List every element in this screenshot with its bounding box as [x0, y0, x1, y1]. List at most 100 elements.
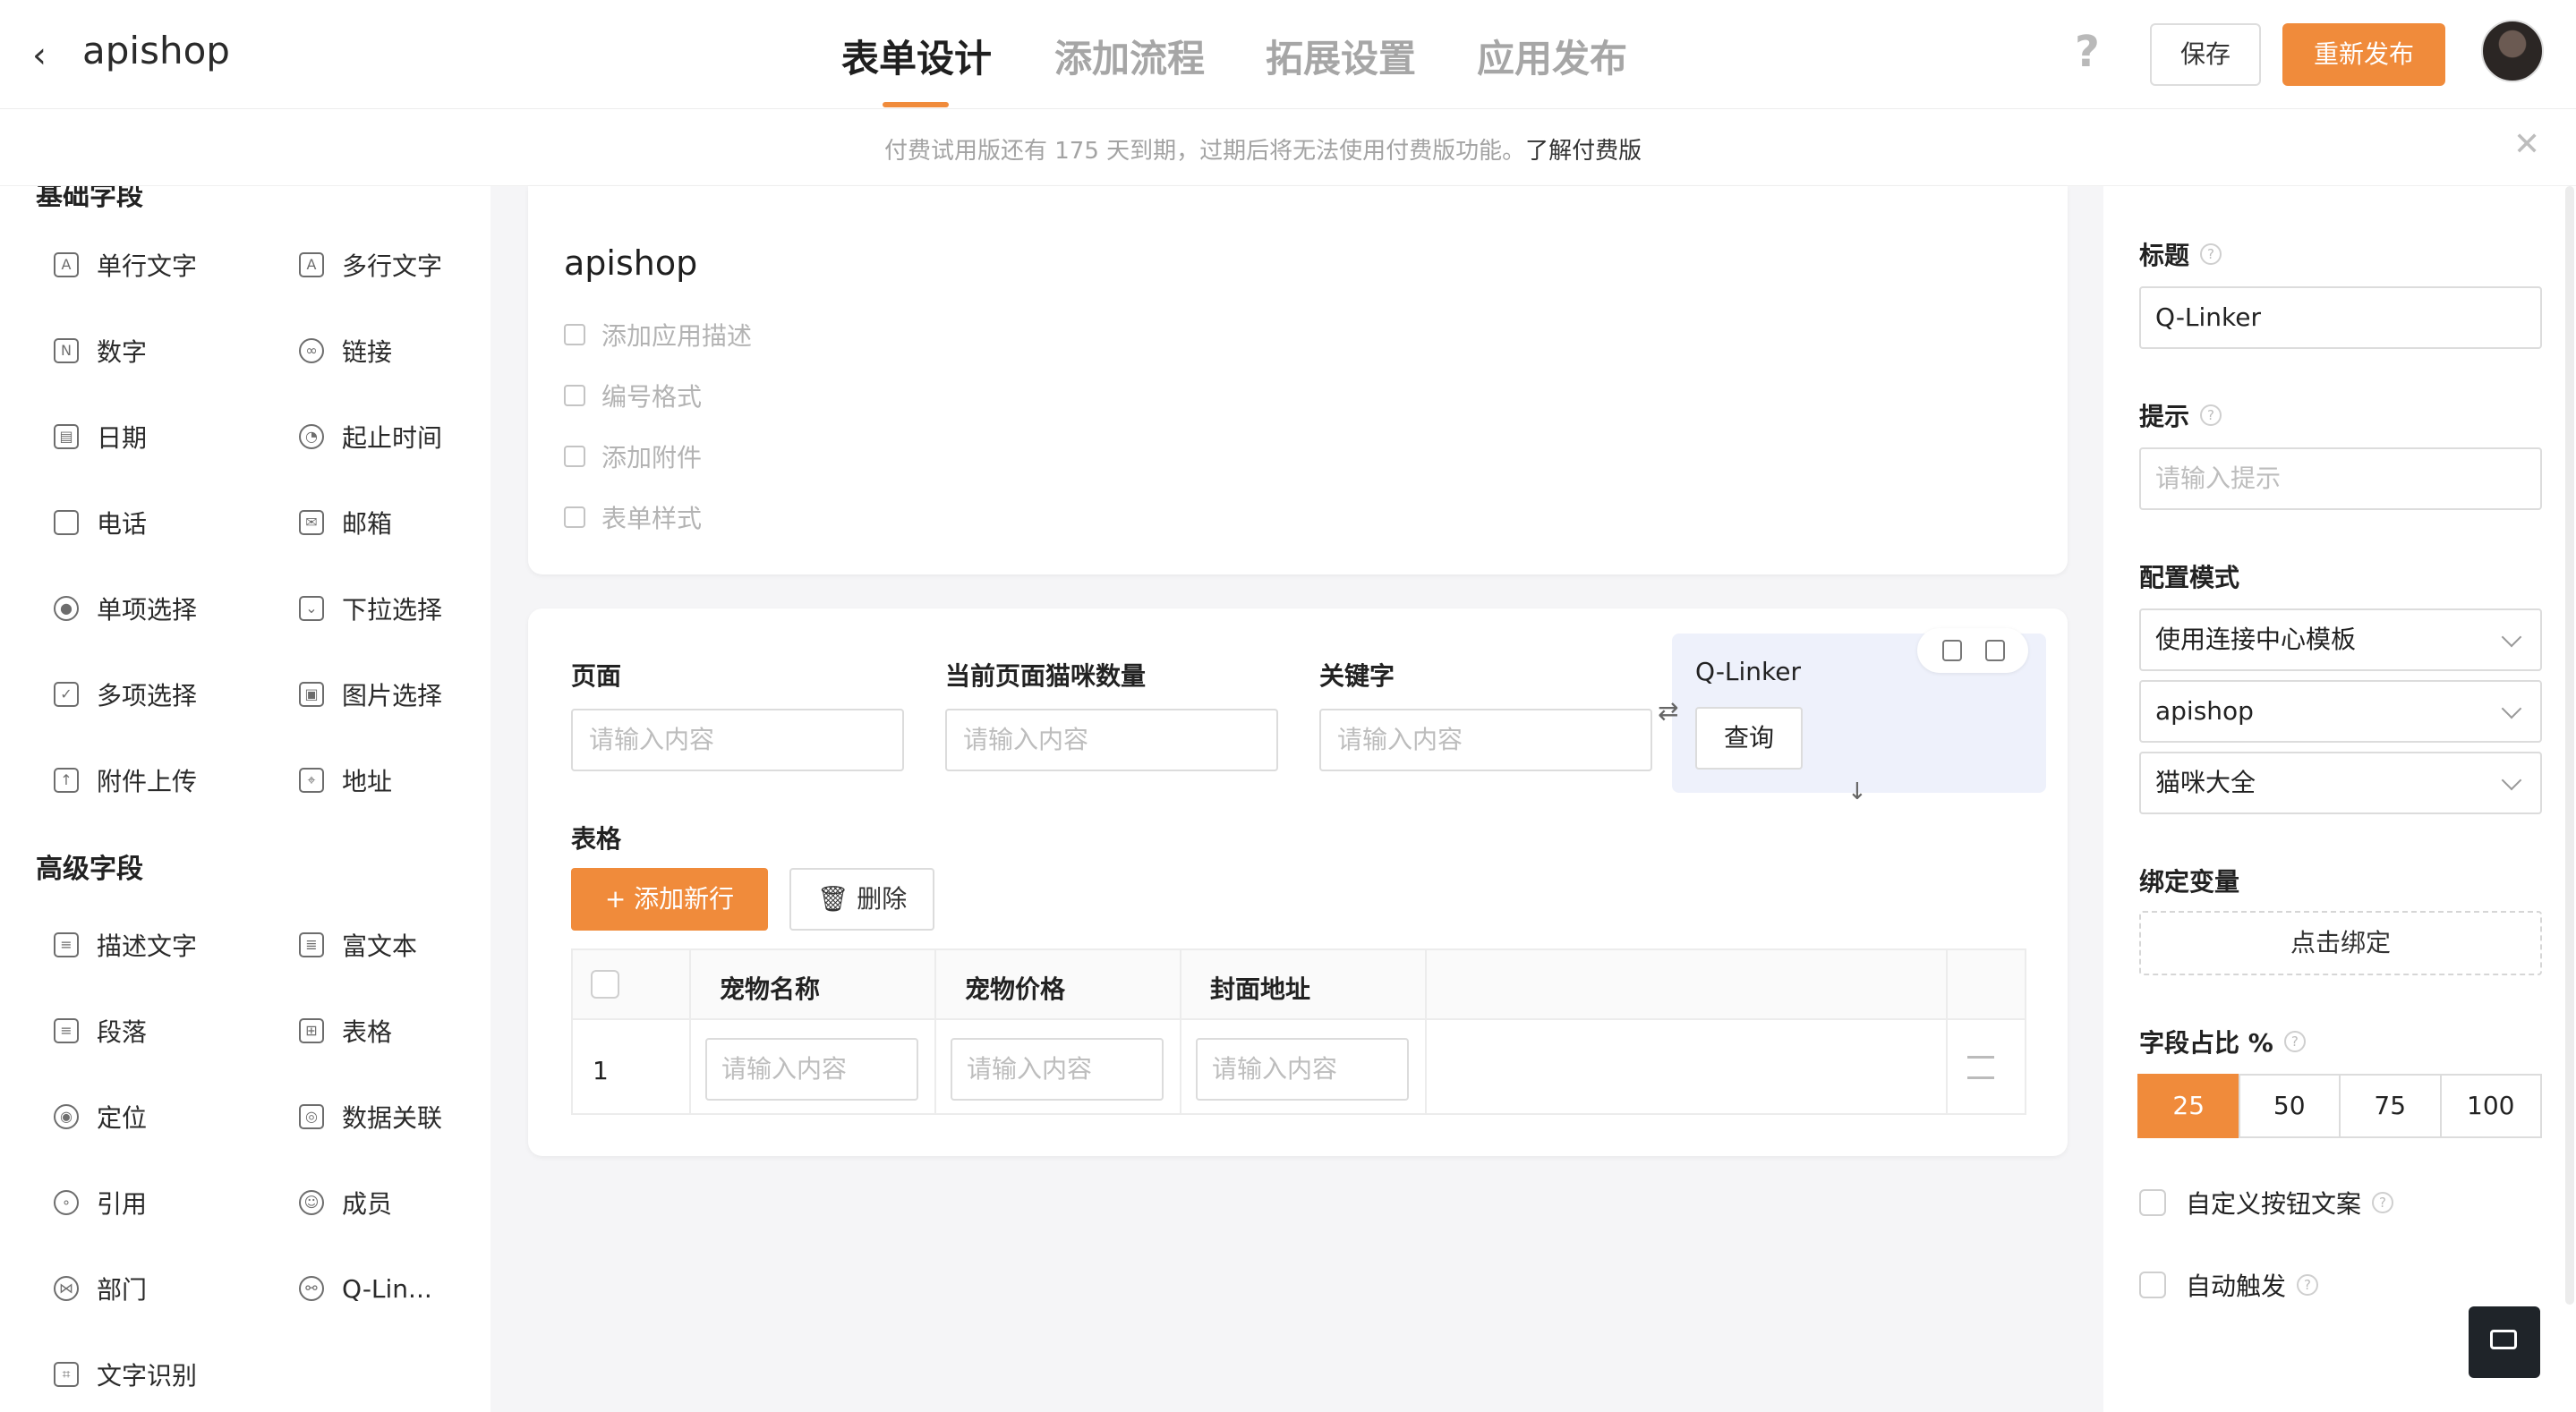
field-data-link[interactable]: ◎ 数据关联 — [299, 1099, 442, 1135]
help-icon[interactable]: ? — [2075, 30, 2105, 73]
tab-add-flow[interactable]: 添加流程 — [1054, 29, 1205, 83]
keyword-input[interactable]: 请输入内容 — [1319, 709, 1652, 771]
field-multi-text[interactable]: A 多行文字 — [299, 247, 442, 283]
number-format-option[interactable]: 编号格式 — [564, 378, 702, 413]
upload-icon: ↑ — [54, 768, 79, 793]
close-icon[interactable]: ✕ — [2513, 129, 2540, 161]
pet-price-input[interactable]: 请输入内容 — [951, 1038, 1164, 1101]
trial-message: 付费试用版还有 175 天到期，过期后将无法使用付费版功能。 — [884, 138, 1526, 165]
phone-icon — [54, 510, 79, 535]
scrollbar[interactable] — [2565, 186, 2574, 1305]
column-divider — [689, 950, 691, 1113]
trash-icon[interactable] — [1985, 640, 2005, 661]
field-number[interactable]: N 数字 — [54, 333, 147, 369]
field-ocr[interactable]: ⌗ 文字识别 — [54, 1357, 197, 1392]
form-style-option[interactable]: 表单样式 — [564, 499, 702, 535]
config-api-select[interactable]: 猫咪大全 — [2139, 752, 2542, 814]
add-row-button[interactable]: + 添加新行 — [571, 868, 768, 931]
bind-variable-button[interactable]: 点击绑定 — [2139, 911, 2542, 975]
description-icon: ≡ — [54, 932, 79, 957]
avatar[interactable] — [2481, 20, 2544, 82]
dropdown-icon: ⌄ — [299, 596, 324, 621]
field-address[interactable]: ⌖ 地址 — [299, 762, 392, 798]
custom-button-checkbox[interactable] — [2139, 1189, 2166, 1216]
app-name: apishop — [82, 29, 230, 72]
config-template-select[interactable]: 使用连接中心模板 — [2139, 608, 2542, 671]
hint-input[interactable]: 请输入提示 — [2139, 447, 2542, 510]
tab-extension-settings[interactable]: 拓展设置 — [1266, 29, 1416, 83]
form-body-card: 页面 请输入内容 当前页面猫咪数量 请输入内容 关键字 请输入内容 Q-Link… — [528, 608, 2068, 1156]
cat-count-input[interactable]: 请输入内容 — [945, 709, 1278, 771]
field-dropdown[interactable]: ⌄ 下拉选择 — [299, 591, 442, 626]
learn-paid-link[interactable]: 了解付费版 — [1525, 138, 1642, 165]
config-app-select[interactable]: apishop — [2139, 680, 2542, 743]
hint-setting-label: 提示? — [2139, 397, 2222, 433]
tab-app-publish[interactable]: 应用发布 — [1477, 29, 1627, 83]
field-paragraph[interactable]: ≡ 段落 — [54, 1013, 147, 1049]
field-reference[interactable]: ∘ 引用 — [54, 1185, 147, 1221]
query-button[interactable]: 查询 — [1695, 707, 1803, 770]
field-image-select[interactable]: ▣ 图片选择 — [299, 676, 442, 712]
form-title[interactable]: apishop — [564, 243, 697, 283]
field-time-range[interactable]: ◔ 起止时间 — [299, 419, 442, 455]
ratio-option-25[interactable]: 25 — [2137, 1074, 2240, 1138]
field-link[interactable]: ∞ 链接 — [299, 333, 392, 369]
field-member[interactable]: ☺ 成员 — [299, 1185, 392, 1221]
help-circle-icon[interactable]: ? — [2200, 243, 2222, 265]
field-description[interactable]: ≡ 描述文字 — [54, 927, 197, 963]
ratio-option-100[interactable]: 100 — [2439, 1074, 2542, 1138]
help-circle-icon[interactable]: ? — [2200, 404, 2222, 426]
delete-button[interactable]: 🗑 删除 — [789, 868, 934, 931]
copy-icon[interactable] — [1942, 640, 1962, 661]
page-input[interactable]: 请输入内容 — [571, 709, 904, 771]
column-header: 宠物价格 — [965, 974, 1066, 1004]
arrow-down-icon[interactable]: ↓ — [1847, 778, 1867, 805]
q-linker-icon: ⚯ — [299, 1276, 324, 1301]
swap-icon[interactable]: ⇄ — [1658, 696, 1678, 726]
table-field-label: 表格 — [571, 824, 622, 854]
field-ratio-label: 字段占比 %? — [2139, 1024, 2306, 1059]
add-attachment-option[interactable]: 添加附件 — [564, 438, 702, 474]
field-table[interactable]: ⊞ 表格 — [299, 1013, 392, 1049]
field-upload[interactable]: ↑ 附件上传 — [54, 762, 197, 798]
bind-variable-label: 绑定变量 — [2139, 867, 2240, 897]
republish-button[interactable]: 重新发布 — [2282, 23, 2445, 86]
field-single-text[interactable]: A 单行文字 — [54, 247, 197, 283]
help-circle-icon[interactable]: ? — [2283, 1031, 2306, 1052]
cover-url-input[interactable]: 请输入内容 — [1196, 1038, 1409, 1101]
table-header: 宠物名称 宠物价格 封面地址 — [573, 950, 2025, 1020]
custom-button-text-option[interactable]: 自定义按钮文案? — [2139, 1185, 2394, 1221]
field-radio[interactable]: ● 单项选择 — [54, 591, 197, 626]
pet-name-input[interactable]: 请输入内容 — [705, 1038, 918, 1101]
field-mail[interactable]: ✉ 邮箱 — [299, 505, 392, 540]
back-icon[interactable]: ‹ — [32, 36, 64, 75]
field-date[interactable]: ▤ 日期 — [54, 419, 147, 455]
ratio-option-75[interactable]: 75 — [2339, 1074, 2442, 1138]
upload-icon — [564, 446, 585, 467]
select-all-checkbox[interactable] — [591, 970, 619, 999]
auto-trigger-checkbox[interactable] — [2139, 1272, 2166, 1298]
row-index: 1 — [593, 1056, 609, 1085]
ratio-option-50[interactable]: 50 — [2238, 1074, 2341, 1138]
help-circle-icon[interactable]: ? — [2372, 1192, 2394, 1213]
tab-form-design[interactable]: 表单设计 — [841, 29, 992, 83]
field-phone[interactable]: 电话 — [54, 505, 147, 540]
help-circle-icon[interactable]: ? — [2297, 1274, 2319, 1296]
trial-banner: 付费试用版还有 175 天到期，过期后将无法使用付费版功能。了解付费版 ✕ — [0, 109, 2576, 186]
address-icon: ⌖ — [299, 768, 324, 793]
title-input[interactable]: Q-Linker — [2139, 286, 2542, 349]
field-rich-text[interactable]: ≣ 富文本 — [299, 927, 417, 963]
time-range-icon: ◔ — [299, 424, 324, 449]
auto-trigger-option[interactable]: 自动触发? — [2139, 1267, 2319, 1303]
save-button[interactable]: 保存 — [2150, 23, 2261, 86]
form-header-card: apishop 添加应用描述 编号格式 添加附件 表单样式 — [528, 186, 2068, 574]
field-q-linker[interactable]: ⚯ Q-Lin... — [299, 1271, 432, 1306]
field-department[interactable]: ⋈ 部门 — [54, 1271, 147, 1306]
field-checkbox[interactable]: ✓ 多项选择 — [54, 676, 197, 712]
field-location[interactable]: ◉ 定位 — [54, 1099, 147, 1135]
chat-icon[interactable] — [2469, 1306, 2540, 1378]
image-icon: ▣ — [299, 682, 324, 707]
row-edit-icon[interactable] — [1967, 1056, 1994, 1079]
rich-text-icon: ≣ — [299, 932, 324, 957]
add-description-option[interactable]: 添加应用描述 — [564, 317, 752, 353]
